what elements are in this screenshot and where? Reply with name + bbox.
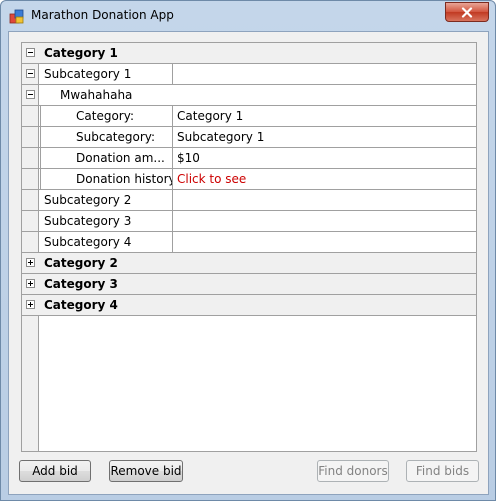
subcategory-row[interactable]: Subcategory 2 <box>22 190 476 211</box>
remove-bid-button[interactable]: Remove bid <box>109 460 183 482</box>
property-row[interactable]: Subcategory: Subcategory 1 <box>22 127 476 148</box>
collapse-icon[interactable] <box>26 69 35 78</box>
subcategory-row[interactable]: Subcategory 1 <box>22 64 476 85</box>
category-row[interactable]: Category 4 <box>22 295 476 316</box>
collapse-icon[interactable] <box>26 90 35 99</box>
property-value[interactable]: $10 <box>173 148 476 168</box>
property-value[interactable]: Category 1 <box>173 106 476 126</box>
app-icon <box>9 9 24 24</box>
subcategory-label: Subcategory 3 <box>40 211 173 231</box>
property-label: Subcategory: <box>40 127 173 147</box>
subcategory-label: Subcategory 1 <box>40 64 173 84</box>
bid-row[interactable]: Mwahahaha <box>22 85 476 106</box>
property-row[interactable]: Category: Category 1 <box>22 106 476 127</box>
add-bid-button[interactable]: Add bid <box>19 460 91 482</box>
bid-label: Mwahahaha <box>60 88 133 102</box>
property-value[interactable]: Subcategory 1 <box>173 127 476 147</box>
close-button[interactable] <box>445 2 489 22</box>
category-row[interactable]: Category 1 <box>22 43 476 64</box>
category-label: Category 4 <box>44 298 118 312</box>
property-row[interactable]: Donation am... $10 <box>22 148 476 169</box>
subcategory-value-cell <box>173 232 476 252</box>
subcategory-label: Subcategory 4 <box>40 232 173 252</box>
close-icon <box>461 6 473 18</box>
find-bids-button[interactable]: Find bids <box>406 460 479 482</box>
property-label: Donation am... <box>40 148 173 168</box>
property-grid[interactable]: Category 1 Subcategory 1 Mwahahaha Categ… <box>21 42 477 452</box>
client-area: Category 1 Subcategory 1 Mwahahaha Categ… <box>8 31 489 495</box>
subcategory-value-cell <box>173 190 476 210</box>
category-label: Category 1 <box>44 46 118 60</box>
property-row[interactable]: Donation history: Click to see <box>22 169 476 190</box>
category-row[interactable]: Category 2 <box>22 253 476 274</box>
expand-icon[interactable] <box>26 258 35 267</box>
button-bar: Add bid Remove bid Find donors Find bids <box>9 460 488 484</box>
property-label: Donation history: <box>40 169 173 189</box>
subcategory-label: Subcategory 2 <box>40 190 173 210</box>
donation-history-link[interactable]: Click to see <box>173 169 476 189</box>
category-row[interactable]: Category 3 <box>22 274 476 295</box>
expand-icon[interactable] <box>26 300 35 309</box>
subcategory-value-cell <box>173 64 476 84</box>
subcategory-value-cell <box>173 211 476 231</box>
subcategory-row[interactable]: Subcategory 3 <box>22 211 476 232</box>
category-label: Category 2 <box>44 256 118 270</box>
expand-icon[interactable] <box>26 279 35 288</box>
window-title: Marathon Donation App <box>31 8 174 22</box>
subcategory-row[interactable]: Subcategory 4 <box>22 232 476 253</box>
property-label: Category: <box>40 106 173 126</box>
app-window: Marathon Donation App Category 1 Subcate… <box>0 0 496 501</box>
collapse-icon[interactable] <box>26 48 35 57</box>
find-donors-button[interactable]: Find donors <box>317 460 389 482</box>
title-bar[interactable]: Marathon Donation App <box>1 1 495 31</box>
category-label: Category 3 <box>44 277 118 291</box>
